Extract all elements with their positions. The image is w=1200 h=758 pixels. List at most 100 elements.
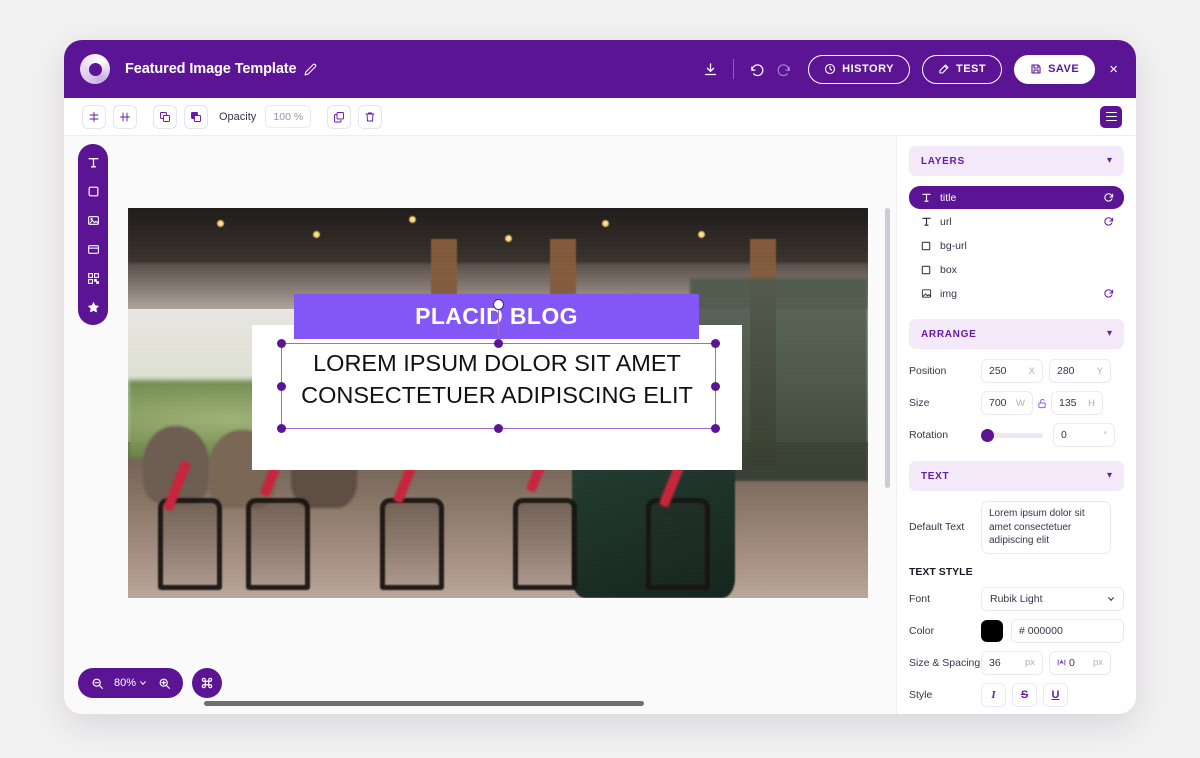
text-tool-icon[interactable] <box>84 153 102 171</box>
italic-button[interactable]: I <box>981 682 1006 707</box>
save-button-label: SAVE <box>1048 63 1080 75</box>
resize-handle-bottom-left[interactable] <box>277 424 286 433</box>
test-button-label: TEST <box>955 63 987 75</box>
position-x-input[interactable]: 250 X <box>981 359 1043 383</box>
layers-section-title: LAYERS <box>921 155 965 167</box>
font-label: Font <box>909 592 931 605</box>
strikethrough-button[interactable]: S <box>1012 682 1037 707</box>
position-label: Position <box>909 365 947 377</box>
arrange-section-header[interactable]: ARRANGE ▾ <box>909 319 1124 349</box>
resize-handle-top-center[interactable] <box>494 339 503 348</box>
default-text-input[interactable]: Lorem ipsum dolor sit amet consectetuer … <box>981 501 1111 554</box>
position-x-value: 250 <box>989 365 1007 377</box>
canvas-scrollbar-horizontal[interactable] <box>204 701 644 706</box>
header-divider <box>733 59 735 79</box>
brand-logo-icon <box>80 54 110 84</box>
qr-code-tool-icon[interactable] <box>84 269 102 287</box>
position-y-suffix: Y <box>1096 365 1103 377</box>
height-suffix: H <box>1088 397 1095 409</box>
arrange-section-title: ARRANGE <box>921 328 977 340</box>
font-select[interactable]: Rubik Light <box>981 586 1124 611</box>
star-tool-icon[interactable] <box>84 298 102 316</box>
chevron-down-icon[interactable]: ▾ <box>1107 156 1112 166</box>
letter-spacing-input[interactable]: 0 px <box>1049 650 1111 675</box>
position-row: Position 250 X 280 Y <box>909 359 1124 383</box>
zoom-level-label: 80% <box>114 677 137 689</box>
layer-label: bg-url <box>940 239 967 252</box>
resize-handle-middle-left[interactable] <box>277 381 286 391</box>
edit-toolbar: Opacity 100 % <box>64 98 1136 136</box>
properties-panel: LAYERS ▾ title url bg-url box img ARRANG… <box>896 136 1136 714</box>
layers-section-header[interactable]: LAYERS ▾ <box>909 146 1124 176</box>
layer-item-bg-url[interactable]: bg-url <box>909 234 1124 257</box>
close-icon[interactable]: × <box>1109 62 1118 77</box>
trash-icon[interactable] <box>358 104 383 129</box>
browser-frame-tool-icon[interactable] <box>84 240 102 258</box>
rectangle-tool-icon[interactable] <box>84 182 102 200</box>
rectangle-icon <box>919 265 933 275</box>
resize-handle-middle-right[interactable] <box>711 381 720 391</box>
test-button[interactable]: TEST <box>921 54 1003 84</box>
send-backward-icon[interactable] <box>184 104 208 129</box>
text-section-header[interactable]: TEXT ▾ <box>909 461 1124 491</box>
rotation-input[interactable]: 0 ° <box>1053 423 1115 447</box>
zoom-level-dropdown[interactable]: 80% <box>114 677 147 689</box>
layer-item-title[interactable]: title <box>909 186 1124 209</box>
opacity-label: Opacity <box>219 110 257 123</box>
zoom-in-icon[interactable] <box>156 675 172 691</box>
history-button-label: HISTORY <box>842 63 894 75</box>
color-hex-input[interactable]: # 000000 <box>1011 618 1124 643</box>
height-input[interactable]: 135 H <box>1051 391 1103 415</box>
chevron-down-icon[interactable]: ▾ <box>1107 329 1112 339</box>
layer-item-box[interactable]: box <box>909 258 1124 281</box>
letter-spacing-suffix: px <box>1092 657 1103 668</box>
unlocked-icon[interactable] <box>1033 398 1051 409</box>
color-swatch[interactable] <box>981 619 1003 642</box>
canvas-area[interactable]: PLACID BLOG LOREM IPSUM DOLOR SIT AMET C… <box>64 136 896 714</box>
hamburger-menu-icon[interactable] <box>1100 105 1122 128</box>
zoom-group: 80% <box>78 668 184 698</box>
resize-handle-top-left[interactable] <box>277 339 286 348</box>
rotation-slider[interactable] <box>981 423 1043 447</box>
chevron-down-icon[interactable]: ▾ <box>1107 471 1112 481</box>
letter-spacing-value: 0 <box>1069 656 1075 669</box>
align-horizontal-icon[interactable] <box>82 104 106 129</box>
workspace: PLACID BLOG LOREM IPSUM DOLOR SIT AMET C… <box>64 136 1136 714</box>
layer-item-img[interactable]: img <box>909 282 1124 305</box>
zoom-out-icon[interactable] <box>89 675 105 691</box>
duplicate-icon[interactable] <box>327 104 352 129</box>
sync-icon[interactable] <box>1102 192 1114 203</box>
pencil-icon[interactable] <box>304 63 317 76</box>
sync-icon[interactable] <box>1102 216 1114 227</box>
resize-handle-bottom-center[interactable] <box>494 424 503 433</box>
opacity-input[interactable]: 100 % <box>265 105 312 128</box>
width-input[interactable]: 700 W <box>981 391 1033 415</box>
underline-button[interactable]: U <box>1043 682 1068 707</box>
undo-icon[interactable] <box>744 56 770 82</box>
resize-handle-top-right[interactable] <box>711 339 720 348</box>
image-tool-icon[interactable] <box>84 211 102 229</box>
selection-box[interactable] <box>277 299 720 433</box>
canvas-scrollbar-vertical[interactable] <box>885 208 890 488</box>
position-y-input[interactable]: 280 Y <box>1049 359 1111 383</box>
text-icon <box>919 216 933 227</box>
sync-icon[interactable] <box>1102 288 1114 299</box>
save-button[interactable]: SAVE <box>1014 54 1096 84</box>
resize-handle-bottom-right[interactable] <box>711 424 720 433</box>
app-header: Featured Image Template HISTORY TEST SAV… <box>64 40 1136 98</box>
history-button[interactable]: HISTORY <box>808 54 910 84</box>
width-suffix: W <box>1016 397 1025 409</box>
size-spacing-label: Size & Spacing <box>909 656 981 669</box>
redo-icon[interactable] <box>770 56 796 82</box>
app-window: Featured Image Template HISTORY TEST SAV… <box>64 40 1136 714</box>
rotation-handle[interactable] <box>493 299 504 310</box>
align-vertical-icon[interactable] <box>113 104 137 129</box>
download-icon[interactable] <box>697 56 723 82</box>
command-key-icon[interactable] <box>192 668 223 698</box>
zoom-controls: 80% <box>78 668 223 698</box>
font-size-input[interactable]: 36 px <box>981 650 1043 675</box>
layer-label: box <box>940 263 957 276</box>
bring-forward-icon[interactable] <box>153 104 177 129</box>
design-stage[interactable]: PLACID BLOG LOREM IPSUM DOLOR SIT AMET C… <box>128 208 868 598</box>
layer-item-url[interactable]: url <box>909 210 1124 233</box>
